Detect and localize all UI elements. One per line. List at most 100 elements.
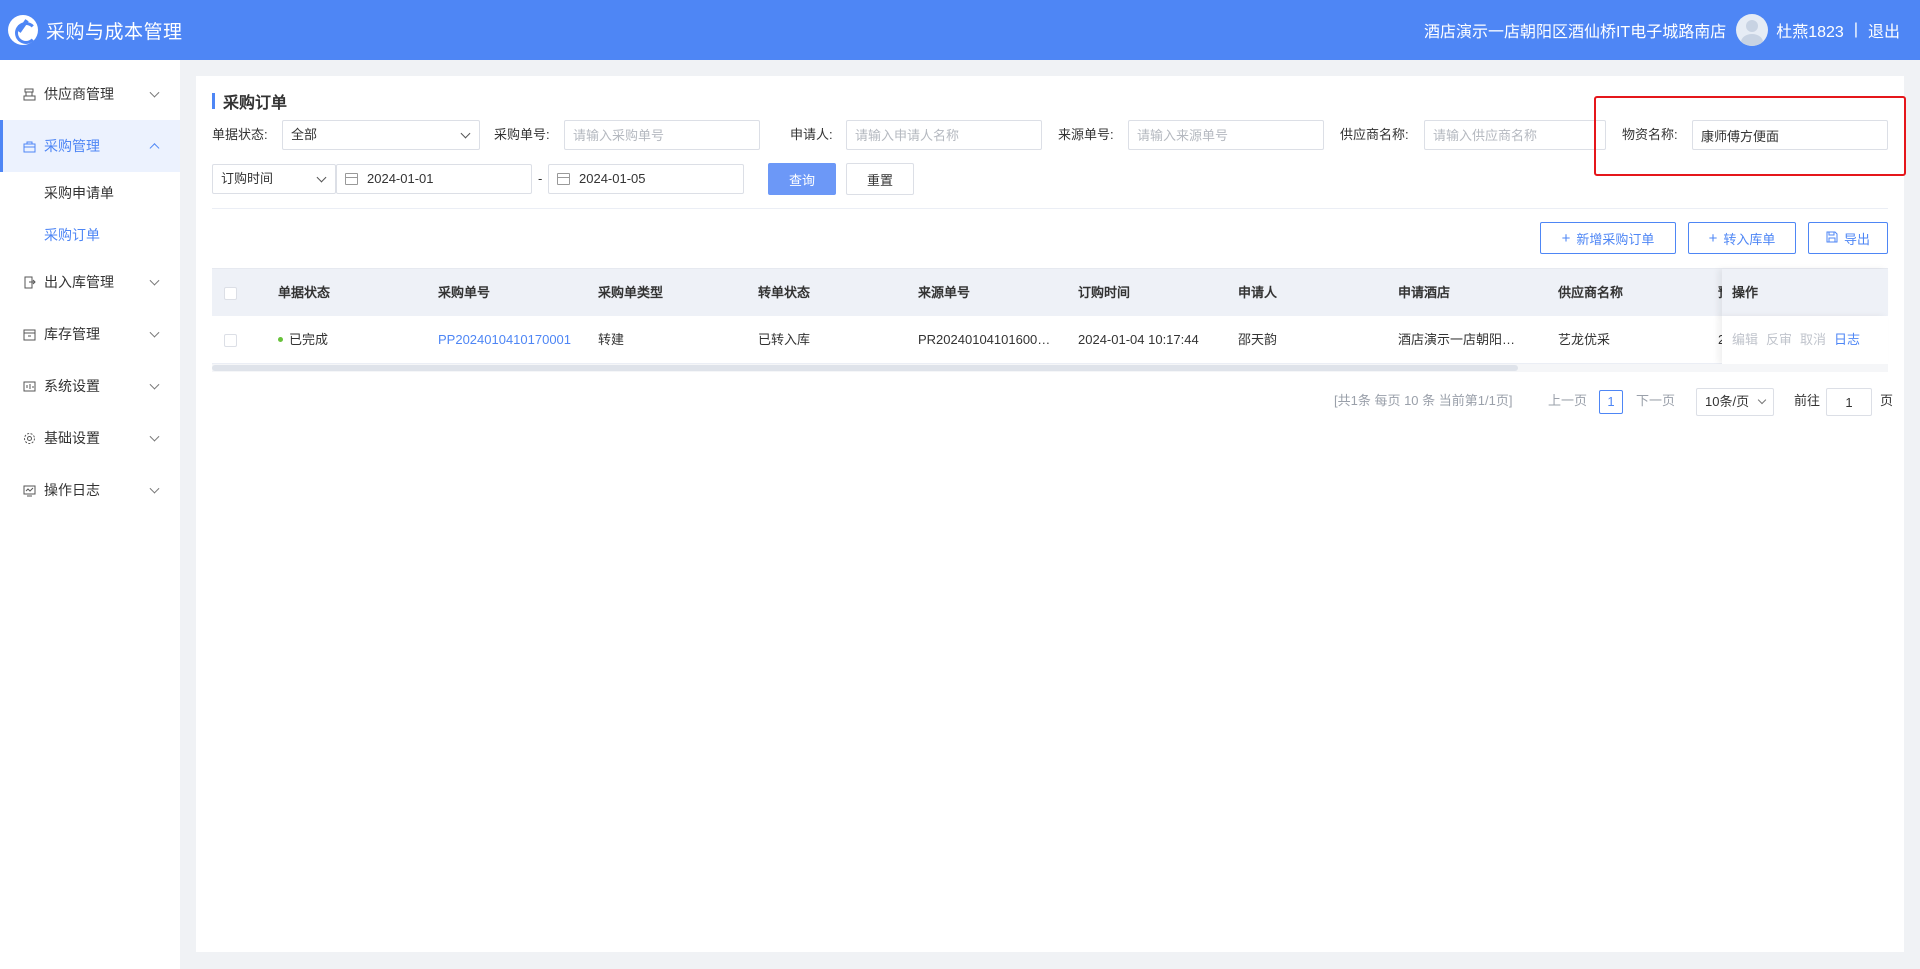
col-header-applicant: 申请人 <box>1238 285 1278 300</box>
source-no-input[interactable] <box>1128 120 1324 150</box>
chevron-down-icon <box>149 87 160 98</box>
app-title: 采购与成本管理 <box>46 21 183 43</box>
prev-page-button[interactable]: 上一页 <box>1548 388 1587 414</box>
store-name: 酒店演示一店朝阳区酒仙桥IT电子城路南店 <box>1423 24 1727 41</box>
sidebar-item-inout[interactable]: 出入库管理 <box>0 256 180 308</box>
date-end-value: 2024-01-05 <box>579 171 646 186</box>
query-button[interactable]: 查询 <box>768 163 836 195</box>
page-title: 采购订单 <box>212 89 287 113</box>
col-header-order-no: 采购单号 <box>438 285 491 300</box>
col-header-status: 单据状态 <box>278 285 331 300</box>
goto-page-input[interactable] <box>1826 388 1872 416</box>
user-area: 酒店演示一店朝阳区酒仙桥IT电子城路南店 杜燕1823 | 退出 <box>1424 0 1900 60</box>
scrollbar-thumb[interactable] <box>212 365 1518 371</box>
date-start-value: 2024-01-01 <box>367 171 434 186</box>
system-icon <box>22 379 36 393</box>
sidebar-item-system[interactable]: 系统设置 <box>0 360 180 412</box>
calendar-icon <box>557 173 570 185</box>
table-row[interactable]: 已完成 PP2024010410170001 转建 已转入库 PR2024010… <box>212 316 1888 364</box>
material-name-label: 物资名称: <box>1622 127 1678 142</box>
col-header-type: 采购单类型 <box>598 285 664 300</box>
sidebar-item-label: 操作日志 <box>44 482 100 498</box>
sidebar-subitem-purchase-order[interactable]: 采购订单 <box>0 214 180 256</box>
add-purchase-order-label: 新增采购订单 <box>1576 231 1655 247</box>
top-header: 采购与成本管理 酒店演示一店朝阳区酒仙桥IT电子城路南店 杜燕1823 | 退出 <box>0 0 1920 60</box>
page-number-current[interactable]: 1 <box>1599 390 1623 414</box>
col-header-order-time: 订购时间 <box>1078 285 1131 300</box>
chevron-down-icon <box>1757 395 1767 405</box>
source-no-label: 来源单号: <box>1058 127 1114 142</box>
purchase-icon <box>22 139 36 153</box>
sidebar-item-label: 库存管理 <box>44 326 100 342</box>
status-dot <box>278 337 283 343</box>
material-name-input[interactable] <box>1692 120 1888 150</box>
supplier-name-input[interactable] <box>1424 120 1606 150</box>
status-select[interactable]: 全部 <box>282 120 480 150</box>
add-purchase-order-button[interactable]: + 新增采购订单 <box>1540 222 1676 254</box>
sidebar-item-log[interactable]: 操作日志 <box>0 464 180 516</box>
sidebar-item-label: 基础设置 <box>44 430 100 446</box>
logo-icon <box>8 15 38 45</box>
log-icon <box>22 483 36 497</box>
plus-icon: + <box>1708 229 1718 247</box>
page-size-value: 10条/页 <box>1705 394 1750 409</box>
sidebar-item-basic[interactable]: 基础设置 <box>0 412 180 464</box>
row-order-no-link[interactable]: PP2024010410170001 <box>438 316 592 364</box>
sidebar-subitem-purchase-request[interactable]: 采购申请单 <box>0 172 180 214</box>
sidebar-item-inventory[interactable]: 库存管理 <box>0 308 180 360</box>
status-label: 单据状态: <box>212 127 268 142</box>
row-supplier: 艺龙优采 <box>1558 332 1611 347</box>
edit-link[interactable]: 编辑 <box>1732 332 1758 347</box>
header-separator: | <box>1853 21 1858 38</box>
sidebar-item-purchase[interactable]: 采购管理 <box>0 120 180 172</box>
col-header-hotel: 申请酒店 <box>1398 285 1451 300</box>
main-panel: 采购订单 单据状态: 全部 采购单号: 申请人: 来源单号: 供应商名称: 物资… <box>196 76 1904 952</box>
select-all-checkbox[interactable] <box>224 287 237 300</box>
chevron-up-icon <box>149 143 160 154</box>
inventory-icon <box>22 327 36 341</box>
row-ops: 编辑 反审 取消 日志 <box>1722 316 1888 364</box>
export-label: 导出 <box>1843 231 1870 247</box>
gear-icon <box>22 431 36 445</box>
row-applicant: 邵天韵 <box>1238 332 1278 347</box>
goto-suffix: 页 <box>1880 393 1894 408</box>
page-size-select[interactable]: 10条/页 <box>1696 388 1774 416</box>
applicant-label: 申请人: <box>790 127 833 142</box>
supplier-name-label: 供应商名称: <box>1340 127 1409 142</box>
date-start-input[interactable]: 2024-01-01 <box>336 164 532 194</box>
cancel-link[interactable]: 取消 <box>1800 332 1826 347</box>
sidebar-item-supplier[interactable]: 供应商管理 <box>0 68 180 120</box>
user-name[interactable]: 杜燕1823 <box>1776 18 1844 42</box>
date-range-separator: - <box>538 171 543 186</box>
row-transfer-status: 已转入库 <box>758 332 811 347</box>
time-type-select[interactable]: 订购时间 <box>212 164 336 194</box>
chevron-down-icon <box>149 431 160 442</box>
row-checkbox[interactable] <box>224 334 237 347</box>
log-link[interactable]: 日志 <box>1834 332 1860 347</box>
chevron-down-icon <box>316 172 327 183</box>
applicant-input[interactable] <box>846 120 1042 150</box>
purchase-order-table: 单据状态 采购单号 采购单类型 转单状态 来源单号 订购时间 申请人 申请酒店 … <box>212 268 1888 364</box>
logout-link[interactable]: 退出 <box>1868 18 1900 42</box>
col-header-transfer-status: 转单状态 <box>758 285 811 300</box>
row-status-text: 已完成 <box>289 332 329 347</box>
table-horizontal-scrollbar[interactable] <box>212 364 1888 372</box>
table-header: 单据状态 采购单号 采购单类型 转单状态 来源单号 订购时间 申请人 申请酒店 … <box>212 268 1888 317</box>
reset-button[interactable]: 重置 <box>846 163 914 195</box>
sidebar-item-label: 系统设置 <box>44 378 100 394</box>
chevron-down-icon <box>149 327 160 338</box>
row-type: 转建 <box>598 332 625 347</box>
unaudit-link[interactable]: 反审 <box>1766 332 1792 347</box>
avatar[interactable] <box>1736 14 1769 46</box>
next-page-button[interactable]: 下一页 <box>1636 388 1675 414</box>
row-source-no: PR20240104101600001 <box>918 332 1054 347</box>
to-stock-label: 转入库单 <box>1723 231 1776 247</box>
to-stock-button[interactable]: + 转入库单 <box>1688 222 1796 254</box>
export-icon <box>1826 231 1838 246</box>
order-no-input[interactable] <box>564 120 760 150</box>
export-button[interactable]: 导出 <box>1808 222 1888 254</box>
chevron-down-icon <box>149 483 160 494</box>
date-end-input[interactable]: 2024-01-05 <box>548 164 744 194</box>
app-logo[interactable]: 采购与成本管理 <box>8 15 183 45</box>
order-no-label: 采购单号: <box>494 127 550 142</box>
